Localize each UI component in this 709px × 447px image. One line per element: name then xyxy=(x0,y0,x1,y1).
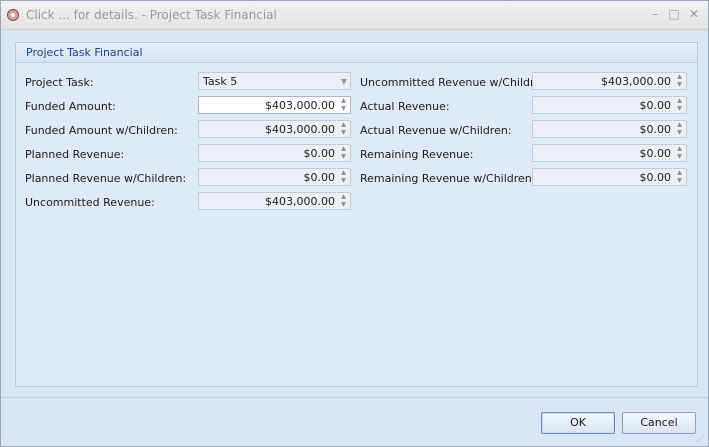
remaining-revenue-children-label: Remaining Revenue w/Children: xyxy=(360,172,536,185)
title-bar[interactable]: Click ... for details. - Project Task Fi… xyxy=(1,1,708,30)
actual-revenue-label: Actual Revenue: xyxy=(360,100,450,113)
planned-revenue-children-label: Planned Revenue w/Children: xyxy=(25,172,187,185)
footer-separator xyxy=(1,397,708,398)
uncommitted-revenue-label: Uncommitted Revenue: xyxy=(25,196,155,209)
planned-revenue-children-spinner[interactable]: ▲ ▼ xyxy=(338,169,349,185)
project-task-label: Project Task: xyxy=(25,76,94,89)
spin-up-icon[interactable]: ▲ xyxy=(338,121,349,129)
spin-up-icon[interactable]: ▲ xyxy=(674,121,685,129)
dialog-window: Click ... for details. - Project Task Fi… xyxy=(0,0,709,447)
project-task-financial-group: Project Task Financial Project Task: Tas… xyxy=(15,42,698,387)
uncommitted-revenue-field[interactable]: $403,000.00 ▲ ▼ xyxy=(198,192,351,210)
planned-revenue-label: Planned Revenue: xyxy=(25,148,125,161)
spin-down-icon[interactable]: ▼ xyxy=(338,177,349,185)
uncommitted-revenue-value: $403,000.00 xyxy=(265,195,335,208)
planned-revenue-children-value: $0.00 xyxy=(303,171,336,184)
planned-revenue-children-field[interactable]: $0.00 ▲ ▼ xyxy=(198,168,351,186)
actual-revenue-field[interactable]: $0.00 ▲ ▼ xyxy=(532,96,687,114)
spin-down-icon[interactable]: ▼ xyxy=(338,153,349,161)
spin-down-icon[interactable]: ▼ xyxy=(674,81,685,89)
spin-down-icon[interactable]: ▼ xyxy=(674,153,685,161)
uncommitted-revenue-children-label: Uncommitted Revenue w/Children: xyxy=(360,76,552,89)
actual-revenue-children-value: $0.00 xyxy=(639,123,672,136)
actual-revenue-children-spinner[interactable]: ▲ ▼ xyxy=(674,121,685,137)
remaining-revenue-field[interactable]: $0.00 ▲ ▼ xyxy=(532,144,687,162)
spin-down-icon[interactable]: ▼ xyxy=(338,129,349,137)
cancel-button[interactable]: Cancel xyxy=(622,412,696,434)
funded-amount-field[interactable]: $403,000.00 ▲ ▼ xyxy=(198,96,351,114)
chevron-down-icon[interactable]: ▼ xyxy=(341,77,347,86)
funded-amount-children-spinner[interactable]: ▲ ▼ xyxy=(338,121,349,137)
spin-down-icon[interactable]: ▼ xyxy=(674,129,685,137)
remaining-revenue-children-spinner[interactable]: ▲ ▼ xyxy=(674,169,685,185)
project-task-dropdown[interactable]: Task 5 ▼ xyxy=(198,72,351,90)
spin-down-icon[interactable]: ▼ xyxy=(674,105,685,113)
project-task-value: Task 5 xyxy=(203,75,238,88)
actual-revenue-children-label: Actual Revenue w/Children: xyxy=(360,124,512,137)
dialog-client-area: Project Task Financial Project Task: Tas… xyxy=(1,30,708,446)
app-icon xyxy=(7,9,19,21)
remaining-revenue-value: $0.00 xyxy=(639,147,672,160)
remaining-revenue-label: Remaining Revenue: xyxy=(360,148,474,161)
maximize-button[interactable]: □ xyxy=(665,6,683,22)
spin-up-icon[interactable]: ▲ xyxy=(338,97,349,105)
spin-up-icon[interactable]: ▲ xyxy=(338,193,349,201)
spin-down-icon[interactable]: ▼ xyxy=(338,105,349,113)
spin-up-icon[interactable]: ▲ xyxy=(674,73,685,81)
minimize-button[interactable]: – xyxy=(646,6,664,22)
spin-up-icon[interactable]: ▲ xyxy=(674,145,685,153)
uncommitted-revenue-children-field[interactable]: $403,000.00 ▲ ▼ xyxy=(532,72,687,90)
uncommitted-revenue-children-spinner[interactable]: ▲ ▼ xyxy=(674,73,685,89)
funded-amount-children-field[interactable]: $403,000.00 ▲ ▼ xyxy=(198,120,351,138)
remaining-revenue-spinner[interactable]: ▲ ▼ xyxy=(674,145,685,161)
spin-down-icon[interactable]: ▼ xyxy=(338,201,349,209)
remaining-revenue-children-field[interactable]: $0.00 ▲ ▼ xyxy=(532,168,687,186)
uncommitted-revenue-spinner[interactable]: ▲ ▼ xyxy=(338,193,349,209)
actual-revenue-children-field[interactable]: $0.00 ▲ ▼ xyxy=(532,120,687,138)
remaining-revenue-children-value: $0.00 xyxy=(639,171,672,184)
spin-up-icon[interactable]: ▲ xyxy=(674,169,685,177)
group-header: Project Task Financial xyxy=(16,43,697,63)
spin-up-icon[interactable]: ▲ xyxy=(674,97,685,105)
spin-up-icon[interactable]: ▲ xyxy=(338,145,349,153)
resize-grip-icon[interactable]: ⋰ xyxy=(696,434,706,444)
spin-up-icon[interactable]: ▲ xyxy=(338,169,349,177)
funded-amount-spinner[interactable]: ▲ ▼ xyxy=(338,97,349,113)
planned-revenue-value: $0.00 xyxy=(303,147,336,160)
planned-revenue-spinner[interactable]: ▲ ▼ xyxy=(338,145,349,161)
window-title: Click ... for details. - Project Task Fi… xyxy=(26,8,277,22)
funded-amount-children-label: Funded Amount w/Children: xyxy=(25,124,178,137)
spin-down-icon[interactable]: ▼ xyxy=(674,177,685,185)
actual-revenue-spinner[interactable]: ▲ ▼ xyxy=(674,97,685,113)
actual-revenue-value: $0.00 xyxy=(639,99,672,112)
funded-amount-label: Funded Amount: xyxy=(25,100,116,113)
funded-amount-value: $403,000.00 xyxy=(265,99,335,112)
close-button[interactable]: ✕ xyxy=(685,6,703,22)
planned-revenue-field[interactable]: $0.00 ▲ ▼ xyxy=(198,144,351,162)
funded-amount-children-value: $403,000.00 xyxy=(265,123,335,136)
group-title: Project Task Financial xyxy=(26,46,143,59)
uncommitted-revenue-children-value: $403,000.00 xyxy=(601,75,671,88)
ok-button[interactable]: OK xyxy=(541,412,615,434)
